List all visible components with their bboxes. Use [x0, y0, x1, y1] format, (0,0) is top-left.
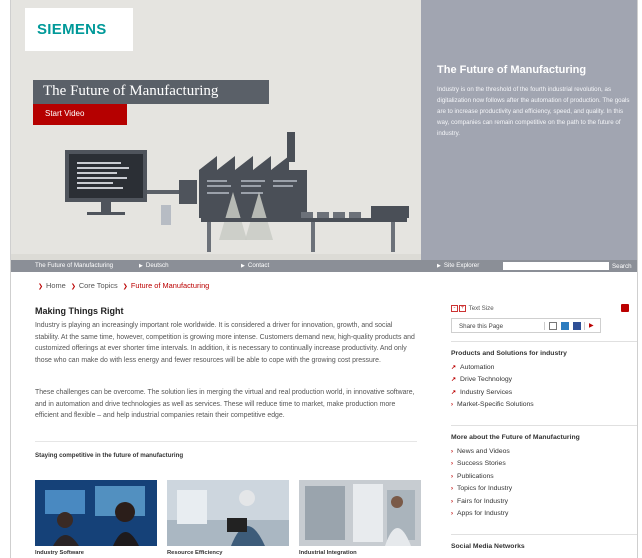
- nav-item-label: The Future of Manufacturing: [35, 262, 114, 269]
- nav-item-label: Deutsch: [145, 262, 169, 269]
- breadcrumb: ❯ Home ❯ Core Topics ❯ Future of Manufactur…: [35, 281, 209, 290]
- nav-item-future[interactable]: The Future of Manufacturing: [35, 262, 113, 269]
- products-list: ↗ Automation ↗ Drive Technology ↗ Industry …: [451, 364, 534, 414]
- chevron-right-icon: ❯: [38, 284, 44, 290]
- list-item-label: Fairs for Industry: [457, 497, 508, 505]
- divider: [451, 534, 637, 535]
- list-item-label: Industry Services: [460, 388, 513, 396]
- nav-item-site-explorer[interactable]: ▶ Site Explorer: [437, 262, 479, 269]
- external-link-icon: ↗: [451, 365, 457, 371]
- list-item[interactable]: ↗ Automation: [451, 364, 534, 376]
- list-item-label: Automation: [460, 364, 495, 371]
- breadcrumb-current: Future of Manufacturing: [130, 281, 210, 290]
- facebook-icon[interactable]: [573, 322, 581, 330]
- siemens-logo[interactable]: SIEMENS: [37, 21, 107, 38]
- thumbnail-resource-efficiency[interactable]: [167, 480, 289, 546]
- thumbnail-industry-software[interactable]: [35, 480, 157, 546]
- logo-box[interactable]: SIEMENS: [25, 8, 133, 51]
- thumbnail-label[interactable]: Industrial Integration: [299, 550, 357, 556]
- list-item-label: Publications: [457, 472, 494, 480]
- list-item-label: Apps for Industry: [457, 509, 509, 517]
- list-item[interactable]: › Market-Specific Solutions: [451, 401, 534, 413]
- chevron-right-icon: ▶: [437, 263, 441, 269]
- social-heading: Social Media Networks: [451, 543, 525, 550]
- text-size-control: - + Text Size: [451, 305, 494, 312]
- list-item-label: News and Videos: [457, 448, 510, 455]
- products-heading: Products and Solutions for industry: [451, 350, 567, 357]
- text-size-label: Text Size: [468, 305, 494, 313]
- list-item[interactable]: › Topics for Industry: [451, 485, 512, 497]
- thumbnail-industrial-integration[interactable]: [299, 480, 421, 546]
- chevron-right-icon: ▶: [241, 263, 245, 269]
- list-item-label: Drive Technology: [460, 376, 513, 384]
- chevron-right-icon: ›: [451, 473, 453, 480]
- chevron-right-icon: ›: [451, 486, 453, 493]
- section-title: Staying competitive in the future of man…: [35, 452, 184, 459]
- list-item-label: Market-Specific Solutions: [457, 401, 534, 409]
- factory-illustration: [11, 132, 421, 260]
- divider: [451, 341, 637, 342]
- text-size-increase-button[interactable]: +: [459, 305, 466, 312]
- list-item[interactable]: ↗ Industry Services: [451, 389, 534, 401]
- breadcrumb-home[interactable]: Home: [46, 281, 66, 290]
- top-navbar: The Future of Manufacturing ▶ Deutsch ▶ Co…: [11, 260, 637, 272]
- nav-item-label: Site Explorer: [443, 262, 480, 269]
- twitter-icon[interactable]: [561, 322, 569, 330]
- chevron-right-icon: ›: [451, 402, 453, 409]
- chevron-right-icon: ›: [451, 449, 453, 455]
- chevron-right-icon: ▶: [139, 263, 143, 269]
- page-frame: SIEMENS The Future of Manufacturing Star…: [10, 0, 638, 558]
- chevron-right-icon: ❯: [70, 284, 76, 290]
- print-icon[interactable]: [621, 304, 629, 312]
- nav-item-label: Contact: [247, 262, 270, 269]
- thumbnail-label[interactable]: Resource Efficiency: [167, 550, 222, 556]
- nav-item-contact[interactable]: ▶ Contact: [241, 262, 269, 269]
- list-item-label: Success Stories: [457, 460, 506, 468]
- solution-paragraph: These challenges can be overcome. The so…: [35, 389, 415, 419]
- hero-title: The Future of Manufacturing: [43, 83, 219, 99]
- list-item[interactable]: ↗ Drive Technology: [451, 376, 534, 388]
- hero-banner: SIEMENS The Future of Manufacturing Star…: [11, 0, 421, 260]
- share-bar: Share this Page ▶: [451, 318, 601, 333]
- chevron-right-icon: ›: [451, 461, 453, 468]
- intro-paragraph: Industry is playing an increasingly impo…: [35, 322, 415, 364]
- text-size-decrease-button[interactable]: -: [451, 305, 458, 312]
- list-item[interactable]: › Apps for Industry: [451, 510, 512, 522]
- hero-description-panel: The Future of Manufacturing Industry is …: [421, 0, 637, 260]
- hero-title-box: The Future of Manufacturing: [33, 80, 269, 104]
- hero-side-text: Industry is on the threshold of the four…: [437, 86, 630, 137]
- chevron-right-icon: ›: [451, 498, 453, 505]
- divider: [584, 322, 585, 330]
- thumbnail-label[interactable]: Industry Software: [35, 550, 84, 556]
- page-title: Making Things Right: [35, 306, 124, 316]
- breadcrumb-core-topics[interactable]: Core Topics: [79, 281, 118, 290]
- more-heading: More about the Future of Manufacturing: [451, 434, 580, 441]
- divider: [544, 322, 545, 330]
- search-button[interactable]: Search: [612, 261, 637, 271]
- list-item[interactable]: › News and Videos: [451, 448, 512, 460]
- start-video-button[interactable]: Start Video: [33, 104, 127, 125]
- more-share-icon[interactable]: ▶: [589, 322, 597, 330]
- chevron-right-icon: ❯: [122, 284, 128, 290]
- divider: [35, 441, 417, 442]
- list-item[interactable]: › Success Stories: [451, 460, 512, 472]
- list-item-label: Topics for Industry: [457, 485, 513, 493]
- external-link-icon: ↗: [451, 377, 457, 384]
- more-list: › News and Videos › Success Stories › Publi…: [451, 448, 512, 522]
- hero-side-title: The Future of Manufacturing: [437, 64, 587, 76]
- chevron-right-icon: ›: [451, 510, 453, 517]
- email-icon[interactable]: [549, 322, 557, 330]
- external-link-icon: ↗: [451, 389, 457, 396]
- share-label: Share this Page: [459, 323, 504, 330]
- divider: [451, 425, 637, 426]
- nav-item-deutsch[interactable]: ▶ Deutsch: [139, 262, 169, 269]
- search-input[interactable]: [503, 262, 609, 270]
- list-item[interactable]: › Publications: [451, 473, 512, 485]
- list-item[interactable]: › Fairs for Industry: [451, 498, 512, 510]
